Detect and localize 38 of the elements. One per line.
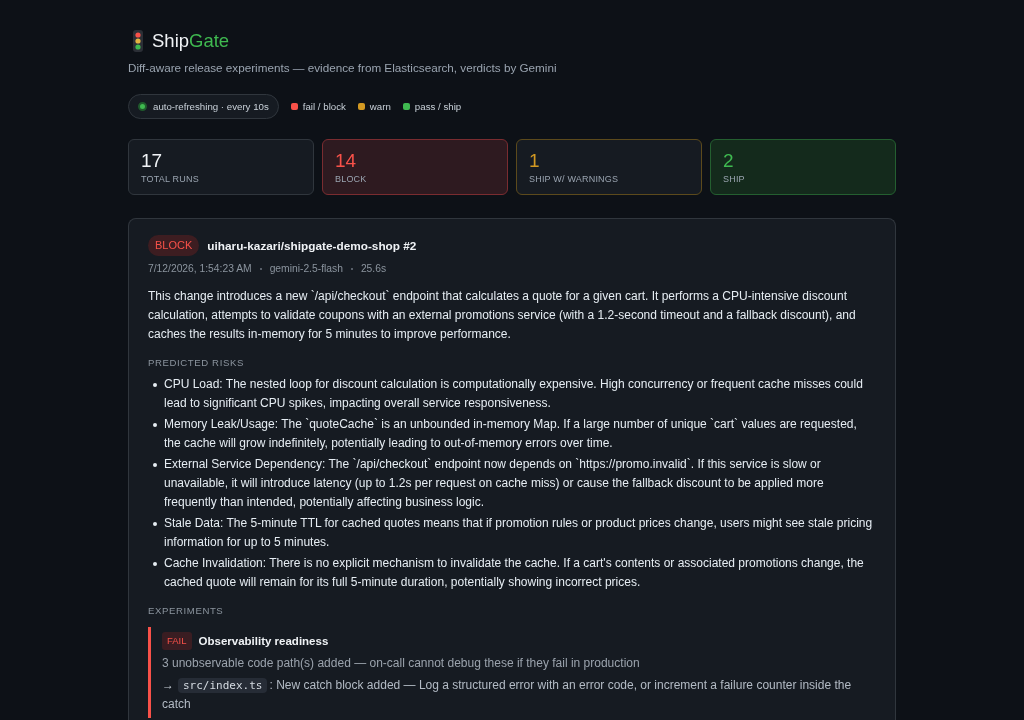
section-heading: PREDICTED RISKS [148, 356, 245, 370]
finding-text: → src/index.ts : New catch block added — Log a structured error with an error code, or increment a failure counter inside the catch [162, 677, 853, 714]
app-subtitle: Diff-aware release experiments — evidence from Elasticsearch, verdicts by Gemini [128, 60, 558, 76]
stat-label: SHIP W/ WARNINGS [529, 173, 619, 185]
app-title: ShipGate [152, 30, 230, 52]
risk-text: Cache Invalidation: There is no explicit mechanism to invalidate the cache. If a cart's contents or associated promotions change, the cached quote will remain for its full 5-minute duration, potentially showing incorrect prices. [164, 554, 865, 592]
bullet-icon [153, 462, 157, 467]
repo-title: uiharu-kazari/shipgate-demo-shop #2 [207, 238, 417, 253]
legend-label: pass / ship [414, 101, 462, 112]
experiment-detail: 3 unobservable code path(s) added — on-call cannot debug these if they fail in production [162, 655, 641, 673]
stat-value: 1 [529, 150, 540, 172]
bullet-icon [153, 422, 157, 427]
section-heading: EXPERIMENTS [148, 604, 225, 619]
verdict-badge: BLOCK [148, 235, 200, 256]
bullet-icon [153, 561, 157, 566]
risk-text: Memory Leak/Usage: The `quoteCache` is an unbounded in-memory Map. If a large number of unique `cart` values are requested, the cache will grow indefinitely, potentially leading to out-of-memory errors over time. [164, 415, 858, 453]
status-badge: FAIL [162, 632, 192, 651]
stat-label: BLOCK [335, 173, 367, 185]
refresh-label: auto-refreshing · every 10s [153, 101, 269, 112]
run-meta: gemini-2.5-flash [269, 262, 343, 276]
stat-value: 17 [141, 150, 163, 172]
status-dot-icon [138, 102, 147, 111]
experiment-name: Observability readiness [198, 635, 329, 648]
run-meta: 25.6s [360, 262, 387, 276]
stat-label: TOTAL RUNS [141, 173, 199, 185]
traffic-light-icon [133, 30, 143, 52]
bullet-icon [153, 383, 157, 387]
bullet-icon [153, 521, 157, 526]
risk-text: External Service Dependency: The `/api/checkout` endpoint now depends on `https://promo.invalid`. If this service is slow or unavailable, it will introduce latency (up to 1.2s per request on cache miss) or cause the fallback discount to be applied more frequently than intended, potentially affecting business logic. [164, 455, 825, 512]
stat-value: 14 [335, 150, 357, 172]
stat-value: 2 [723, 150, 734, 172]
legend-label: fail / block [302, 101, 346, 112]
legend-label: warn [369, 101, 391, 112]
run-meta: 7/12/2026, 1:54:23 AM [148, 262, 252, 276]
risk-text: CPU Load: The nested loop for discount calculation is computationally expensive. High concurrency or frequent cache misses could lead to significant CPU spikes, impacting overall service responsiveness. [164, 376, 864, 413]
run-summary: This change introduces a new `/api/checkout` endpoint that calculates a quote for a given cart. It performs a CPU-intensive discount calculation, attempts to validate coupons with an external promotions service (with a 1.2-second timeout and a fallback discount), and caches the results in-memory for 5 minutes to improve performance. [148, 288, 857, 343]
stat-label: SHIP [723, 173, 745, 185]
risk-text: Stale Data: The 5-minute TTL for cached quotes means that if promotion rules or product prices change, users might see stale pricing information for up to 5 minutes. [164, 514, 874, 552]
